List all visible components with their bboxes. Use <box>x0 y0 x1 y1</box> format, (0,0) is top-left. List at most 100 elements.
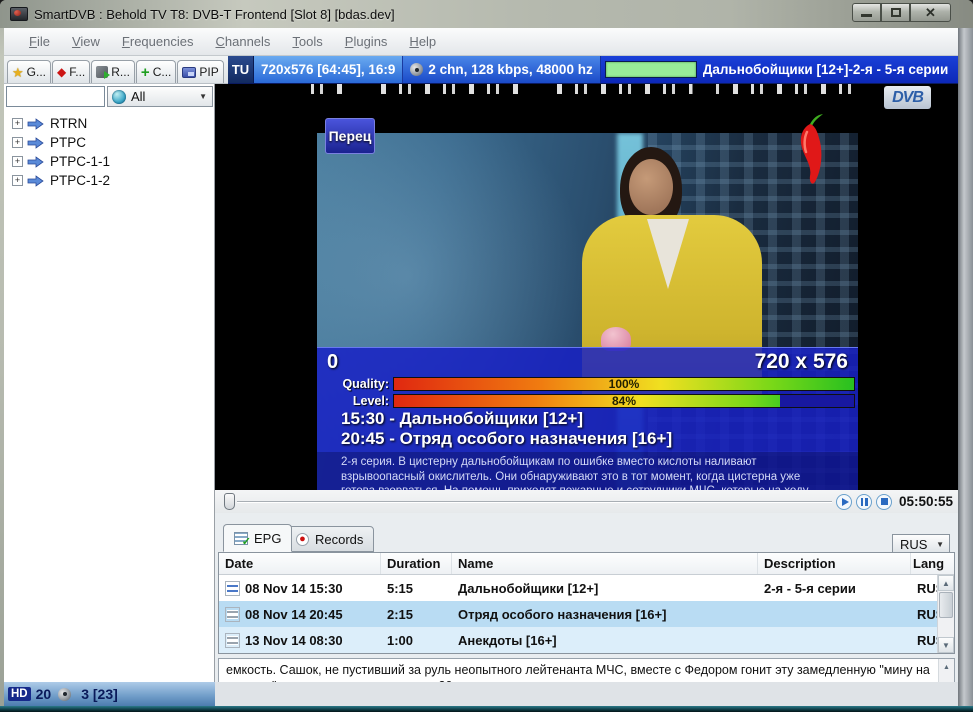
table-row[interactable]: 13 Nov 14 08:30 1:00 Анекдоты [16+] RUS <box>219 627 954 653</box>
stop-icon <box>881 498 888 505</box>
seek-slider-track[interactable] <box>237 501 832 503</box>
check-icon: ✓ <box>242 537 251 548</box>
bottom-gap <box>215 682 958 706</box>
epg-table: Date Duration Name Description Lang 08 N… <box>218 552 955 654</box>
tree-item-label: PTPC-1-1 <box>50 154 110 169</box>
star-icon: ★ <box>12 66 24 79</box>
minimize-icon <box>861 14 872 17</box>
tv-badge: TU <box>228 56 254 83</box>
title-bar[interactable]: SmartDVB : Behold TV T8: DVB-T Frontend … <box>0 0 973 28</box>
menu-channels[interactable]: Channels <box>204 30 281 53</box>
minimize-button[interactable] <box>852 3 881 22</box>
header-duration[interactable]: Duration <box>381 553 452 574</box>
expand-icon[interactable]: + <box>12 156 23 167</box>
epg-list-icon: ✓ <box>234 532 248 545</box>
gem-icon: ◆ <box>57 66 66 78</box>
stream-info-bar: TU 720x576 [64:45], 16:9 2 chn, 128 kbps… <box>228 56 958 84</box>
window-bottom-edge <box>0 706 973 712</box>
app-window: SmartDVB : Behold TV T8: DVB-T Frontend … <box>0 0 973 712</box>
scroll-down-icon[interactable]: ▼ <box>938 637 954 653</box>
osd-description: 2-я серия. В цистерну дальнобойщикам по … <box>317 452 858 490</box>
expand-icon[interactable]: + <box>12 118 23 129</box>
create-tab-button[interactable]: +C... <box>136 60 176 83</box>
maximize-button[interactable] <box>881 3 910 22</box>
close-icon: ✕ <box>925 6 936 19</box>
tree-item-label: PTPC <box>50 135 86 150</box>
menu-view[interactable]: View <box>61 30 111 53</box>
menu-file[interactable]: File <box>18 30 61 53</box>
audio-disc-icon <box>410 63 423 76</box>
cell-lang: RUS <box>911 607 939 622</box>
audio-disc-icon <box>58 688 71 701</box>
cell-name: Отряд особого назначения [16+] <box>452 607 758 622</box>
cell-name: Дальнобойщики [12+] <box>452 581 758 596</box>
app-icon <box>10 7 28 21</box>
chevron-down-icon: ▼ <box>199 92 207 101</box>
recent-tab-button[interactable]: R... <box>91 60 135 83</box>
program-list-icon <box>225 607 240 622</box>
tree-item-ptpc-1-1[interactable]: + PTPC-1-1 <box>4 152 214 171</box>
channel-logo-perec: Перец <box>325 118 375 154</box>
header-name[interactable]: Name <box>452 553 758 574</box>
audio-info: 2 chn, 128 kbps, 48000 hz <box>403 56 600 83</box>
pause-button[interactable] <box>856 494 872 510</box>
header-description[interactable]: Description <box>758 553 911 574</box>
osd-resolution: 720 x 576 <box>755 350 848 374</box>
tree-item-ptpc[interactable]: + PTPC <box>4 133 214 152</box>
general-tab-button[interactable]: ★G... <box>7 60 51 83</box>
stop-button[interactable] <box>876 494 892 510</box>
cell-date: 08 Nov 14 20:45 <box>245 607 343 622</box>
menu-help[interactable]: Help <box>398 30 447 53</box>
tab-records[interactable]: ● Records <box>285 526 374 552</box>
level-bar: 84% <box>393 394 855 408</box>
pip-icon <box>182 67 196 78</box>
expand-icon[interactable]: + <box>12 137 23 148</box>
play-button[interactable] <box>836 494 852 510</box>
header-date[interactable]: Date <box>219 553 381 574</box>
table-row[interactable]: 08 Nov 14 20:45 2:15 Отряд особого назна… <box>219 601 954 627</box>
tree-item-ptpc-1-2[interactable]: + PTPC-1-2 <box>4 171 214 190</box>
tree-item-rtrn[interactable]: + RTRN <box>4 114 214 133</box>
level-value: 84% <box>394 395 854 407</box>
channel-panel: All ▼ + RTRN + PTPC + PTPC-1-1 + PT <box>4 84 215 682</box>
maximize-icon <box>891 8 901 17</box>
scroll-up-icon[interactable]: ▲ <box>938 575 954 591</box>
menu-plugins[interactable]: Plugins <box>334 30 399 53</box>
menu-tools[interactable]: Tools <box>281 30 333 53</box>
menu-frequencies[interactable]: Frequencies <box>111 30 205 53</box>
seek-slider-thumb[interactable] <box>224 493 235 510</box>
video-display[interactable]: DVB Перец 0 720 x 576 Quality: <box>215 84 958 490</box>
playback-time: 05:50:55 <box>899 494 953 509</box>
cell-description: 2-я - 5-я серии <box>758 581 911 596</box>
channel-arrow-icon <box>27 118 44 130</box>
header-lang[interactable]: Lang <box>911 553 939 574</box>
osd-epg-next: 20:45 - Отряд особого назначения [16+] <box>317 429 858 449</box>
favorites-tab-button[interactable]: ◆F... <box>52 60 90 83</box>
pepper-icon <box>793 112 825 192</box>
scroll-up-icon[interactable]: ▲ <box>939 660 954 674</box>
channel-filter-dropdown[interactable]: All ▼ <box>107 86 213 107</box>
table-scrollbar[interactable]: ▲ ▼ <box>937 575 954 653</box>
channel-arrow-icon <box>27 175 44 187</box>
transport-bar: 05:50:55 <box>215 490 958 513</box>
audio-count: 3 [23] <box>81 686 118 702</box>
tab-epg[interactable]: ✓ EPG <box>223 524 292 552</box>
channel-arrow-icon <box>27 137 44 149</box>
presenter-face <box>629 159 673 215</box>
pause-icon <box>861 498 868 506</box>
plus-icon: + <box>141 65 150 80</box>
pip-tab-button[interactable]: PIP <box>177 60 223 83</box>
expand-icon[interactable]: + <box>12 175 23 186</box>
cell-duration: 1:00 <box>381 633 452 648</box>
menu-bar: File View Frequencies Channels Tools Plu… <box>4 28 958 56</box>
close-button[interactable]: ✕ <box>910 3 951 22</box>
program-list-icon <box>225 581 240 596</box>
hd-badge: HD <box>8 687 31 701</box>
hd-count: 20 <box>36 686 52 702</box>
channel-filter-value: All <box>131 89 145 104</box>
scrollbar-thumb[interactable] <box>939 592 953 618</box>
channel-search-input[interactable] <box>6 86 105 107</box>
toolbar-left: ★G... ◆F... R... +C... PIP <box>4 56 228 84</box>
table-row[interactable]: 08 Nov 14 15:30 5:15 Дальнобойщики [12+]… <box>219 575 954 601</box>
quality-label: Quality: <box>317 377 389 391</box>
